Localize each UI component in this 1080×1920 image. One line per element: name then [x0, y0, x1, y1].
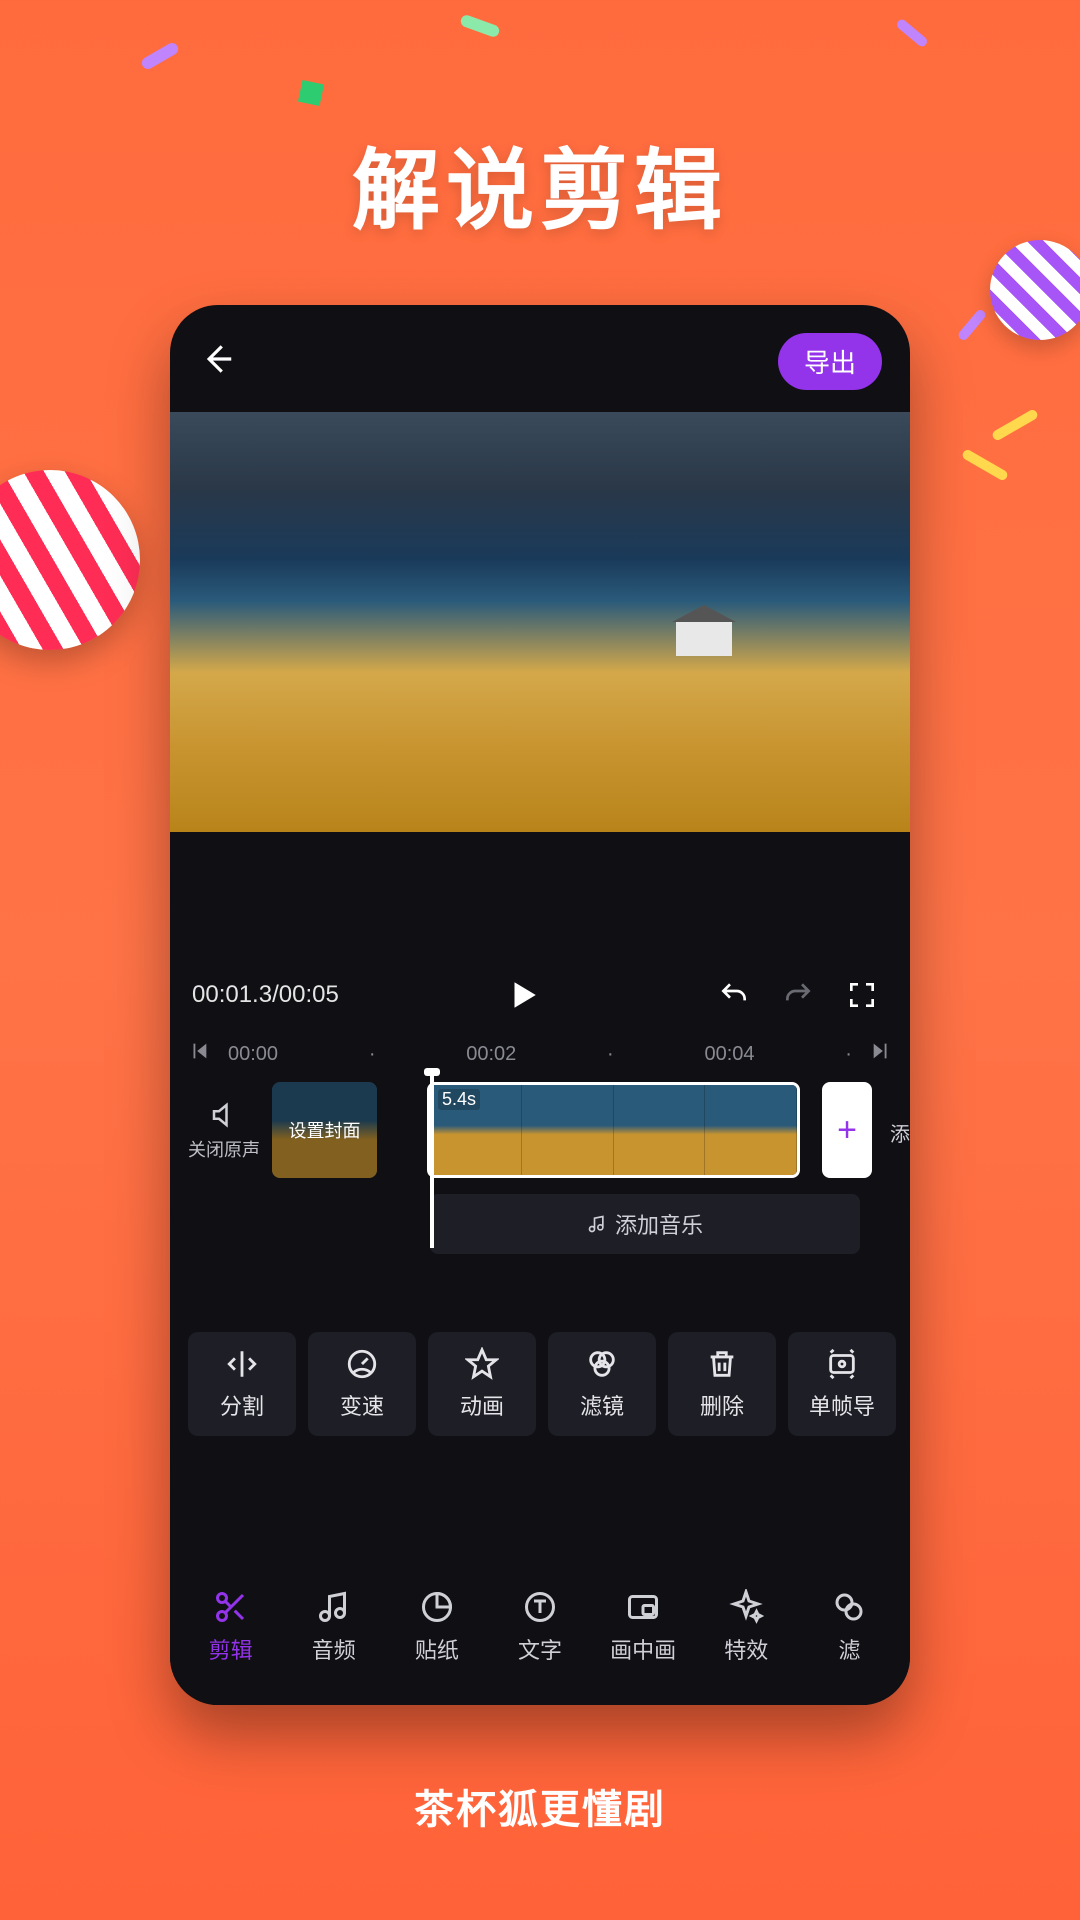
- time-ruler[interactable]: 00:00 · 00:02 · 00:04 ·: [170, 1036, 910, 1078]
- decorative-ball: [990, 240, 1080, 340]
- footer-tagline: 茶杯狐更懂剧: [0, 1777, 1080, 1835]
- clip-frame: [522, 1085, 614, 1175]
- tool-frame-export[interactable]: 单帧导: [788, 1332, 896, 1436]
- confetti-squiggle: [961, 448, 1009, 482]
- speed-icon: [345, 1347, 379, 1381]
- add-music-label: 添加音乐: [615, 1208, 703, 1240]
- nav-audio[interactable]: 音频: [285, 1589, 382, 1665]
- filter-nav-icon: [831, 1589, 867, 1625]
- tool-speed[interactable]: 变速: [308, 1332, 416, 1436]
- tool-delete[interactable]: 删除: [668, 1332, 776, 1436]
- export-button[interactable]: 导出: [778, 333, 882, 390]
- play-icon: [506, 978, 540, 1012]
- bottom-nav: 剪辑 音频 贴纸 文字 画中画 特效 滤: [170, 1565, 910, 1705]
- speaker-icon: [209, 1100, 239, 1130]
- time-counter: 00:01.3/00:05: [192, 981, 339, 1009]
- redo-button[interactable]: [772, 973, 824, 1017]
- nav-edit[interactable]: 剪辑: [182, 1589, 279, 1665]
- confetti-streamer: [140, 41, 181, 71]
- mute-original-button[interactable]: 关闭原声: [188, 1082, 260, 1162]
- nav-filter[interactable]: 滤: [801, 1589, 898, 1665]
- confetti-square: [298, 80, 324, 106]
- redo-icon: [782, 979, 814, 1011]
- nav-label: 文字: [518, 1633, 562, 1665]
- decorative-ball: [0, 470, 140, 650]
- clip-frame: [614, 1085, 706, 1175]
- frame-export-icon: [825, 1347, 859, 1381]
- tool-split[interactable]: 分割: [188, 1332, 296, 1436]
- back-button[interactable]: [198, 340, 236, 383]
- tool-label: 分割: [220, 1389, 264, 1421]
- hero-title: 解说剪辑: [0, 120, 1080, 247]
- nav-label: 贴纸: [415, 1633, 459, 1665]
- skip-start-button[interactable]: [188, 1040, 210, 1068]
- scissors-icon: [213, 1589, 249, 1625]
- playback-controls: 00:01.3/00:05: [170, 972, 910, 1036]
- timeline-track[interactable]: 关闭原声 设置封面 5.4s + 添: [170, 1078, 910, 1178]
- nav-text[interactable]: 文字: [491, 1589, 588, 1665]
- add-music-button[interactable]: 添加音乐: [430, 1194, 860, 1254]
- cover-label: 设置封面: [289, 1117, 361, 1143]
- sparkle-icon: [728, 1589, 764, 1625]
- skip-previous-icon: [188, 1040, 210, 1062]
- tool-filter[interactable]: 滤镜: [548, 1332, 656, 1436]
- ruler-ticks: 00:00 · 00:02 · 00:04 ·: [218, 1043, 862, 1066]
- fullscreen-button[interactable]: [836, 973, 888, 1017]
- undo-button[interactable]: [708, 973, 760, 1017]
- star-icon: [465, 1347, 499, 1381]
- plus-icon: +: [837, 1111, 857, 1150]
- mute-label: 关闭原声: [188, 1136, 260, 1162]
- ruler-tick: 00:00: [228, 1043, 278, 1066]
- editor-header: 导出: [170, 305, 910, 412]
- filter-icon: [585, 1347, 619, 1381]
- video-clip[interactable]: 5.4s: [427, 1082, 800, 1178]
- add-clip-button[interactable]: +: [822, 1082, 872, 1178]
- fullscreen-icon: [846, 979, 878, 1011]
- ruler-tick: 00:02: [466, 1043, 516, 1066]
- pip-icon: [625, 1589, 661, 1625]
- set-cover-button[interactable]: 设置封面: [272, 1082, 377, 1178]
- add-clip-label: 添: [890, 1118, 910, 1147]
- tool-label: 变速: [340, 1389, 384, 1421]
- ruler-dot: ·: [607, 1043, 614, 1066]
- sticker-icon: [419, 1589, 455, 1625]
- ruler-dot: ·: [845, 1043, 852, 1066]
- trash-icon: [705, 1347, 739, 1381]
- confetti-streamer: [895, 18, 929, 49]
- phone-mock: 导出 00:01.3/00:05 00:00 · 00:02 · 00:: [170, 305, 910, 1705]
- preview-illustration: [676, 622, 732, 656]
- nav-sticker[interactable]: 贴纸: [388, 1589, 485, 1665]
- skip-end-button[interactable]: [870, 1040, 892, 1068]
- nav-pip[interactable]: 画中画: [595, 1589, 692, 1665]
- music-note-icon: [587, 1214, 607, 1234]
- play-button[interactable]: [496, 972, 550, 1018]
- tool-animation[interactable]: 动画: [428, 1332, 536, 1436]
- tool-label: 单帧导: [809, 1389, 875, 1421]
- nav-label: 画中画: [610, 1633, 676, 1665]
- nav-label: 滤: [838, 1633, 860, 1665]
- clip-duration: 5.4s: [438, 1089, 480, 1110]
- ruler-tick: 00:04: [704, 1043, 754, 1066]
- nav-label: 音频: [312, 1633, 356, 1665]
- split-icon: [225, 1347, 259, 1381]
- nav-label: 特效: [724, 1633, 768, 1665]
- tool-row: 分割 变速 动画 滤镜 删除 单帧导: [170, 1254, 910, 1436]
- tool-label: 滤镜: [580, 1389, 624, 1421]
- text-icon: [522, 1589, 558, 1625]
- tool-label: 删除: [700, 1389, 744, 1421]
- ruler-dot: ·: [369, 1043, 376, 1066]
- video-preview[interactable]: [170, 412, 910, 832]
- music-icon: [316, 1589, 352, 1625]
- playhead[interactable]: [430, 1076, 434, 1248]
- skip-next-icon: [870, 1040, 892, 1062]
- confetti-streamer: [957, 308, 988, 342]
- arrow-left-icon: [198, 340, 236, 378]
- confetti-squiggle: [991, 408, 1039, 442]
- nav-effects[interactable]: 特效: [698, 1589, 795, 1665]
- undo-icon: [718, 979, 750, 1011]
- clip-frame: [705, 1085, 797, 1175]
- tool-label: 动画: [460, 1389, 504, 1421]
- confetti-streamer: [459, 14, 501, 39]
- nav-label: 剪辑: [209, 1633, 253, 1665]
